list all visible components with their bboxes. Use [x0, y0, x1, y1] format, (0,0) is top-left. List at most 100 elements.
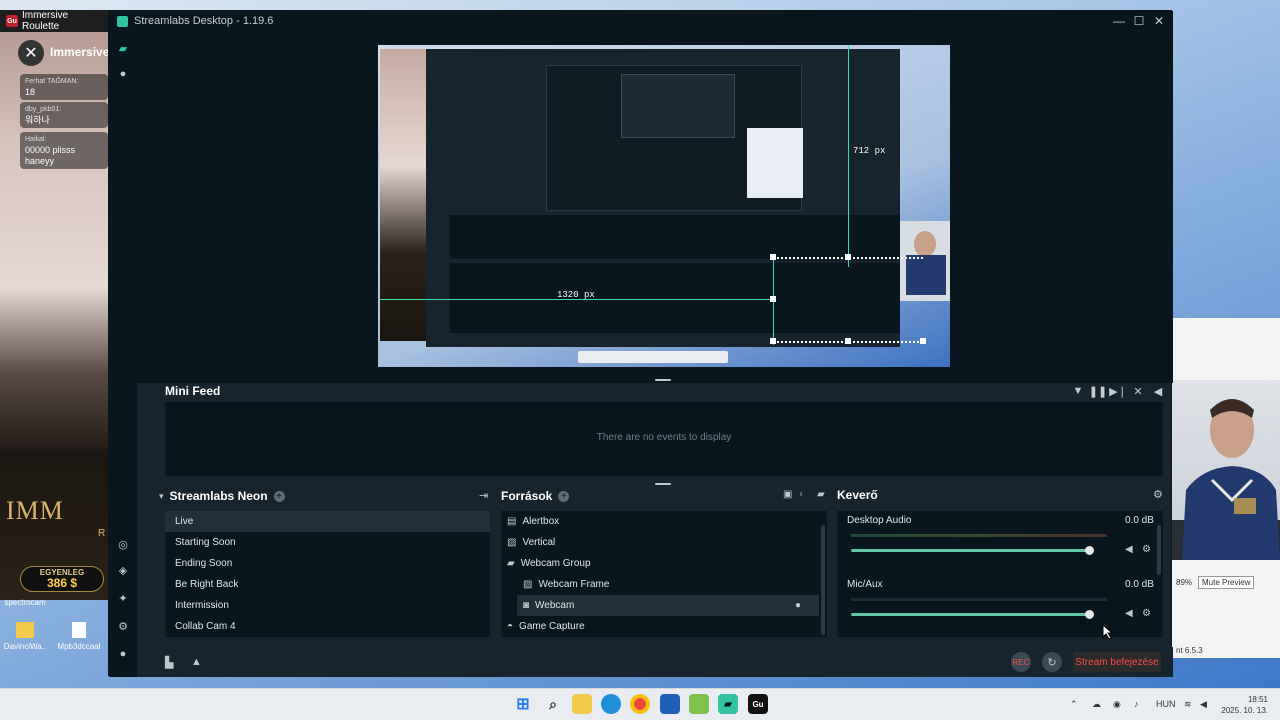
mixer-settings-icon[interactable]: ⚙ — [1153, 488, 1163, 501]
stream-preview[interactable]: 712 px 1320 px — [378, 45, 950, 367]
roulette-window[interactable]: Gu Immersive Roulette ✕ Immersive Ferhat… — [0, 10, 108, 600]
resize-handle[interactable] — [770, 296, 776, 302]
sources-title: Források — [501, 489, 553, 503]
source-settings-icon[interactable]: ▣ — [783, 489, 792, 500]
clock[interactable]: 18:51 2025. 10. 13. — [1220, 694, 1268, 716]
desktop-icon-spectrocam[interactable]: spectrocam — [2, 598, 48, 607]
roulette-header-name: Immersive — [50, 45, 108, 59]
streamlabs-titlebar[interactable]: Streamlabs Desktop - 1.19.6 — [109, 11, 1173, 31]
themes-icon[interactable]: ◎ — [116, 537, 130, 551]
desktop-icon-folder[interactable]: DavinciWa.. — [2, 622, 48, 651]
add-folder-icon[interactable]: ▰ — [817, 489, 825, 500]
streamlabs-taskbar-icon[interactable]: ▰ — [718, 694, 738, 714]
maximize-icon[interactable]: ☐ — [1129, 11, 1149, 31]
mixer-panel: Desktop Audio 0.0 dB ◀ ⚙ Mic/Aux 0.0 dB … — [837, 511, 1163, 637]
mic-icon[interactable]: ♪ — [1134, 699, 1139, 709]
volume-knob[interactable] — [1085, 546, 1094, 555]
cloud-icon[interactable]: ☁ — [1092, 699, 1101, 710]
tray-app-icon[interactable]: ◉ — [1113, 699, 1121, 710]
volume-tray-icon[interactable]: ◀ — [1200, 699, 1207, 710]
edge-icon[interactable] — [601, 694, 621, 714]
pause-icon[interactable]: ❚❚ — [1089, 384, 1107, 398]
skip-icon[interactable]: ▶❘ — [1109, 384, 1127, 398]
channel-settings-icon[interactable]: ⚙ — [1142, 544, 1151, 555]
lock-icon[interactable]: ● — [795, 600, 801, 611]
capture-docks — [450, 263, 900, 333]
gamepad-icon: ◓ — [507, 621, 514, 632]
add-source-icon[interactable]: + — [558, 490, 570, 502]
scene-item-starting-soon[interactable]: Starting Soon — [165, 532, 490, 553]
channel-settings-icon[interactable]: ⚙ — [1142, 608, 1151, 619]
add-scene-icon[interactable]: + — [273, 490, 285, 502]
collapse-icon[interactable]: ▾ — [159, 491, 164, 502]
stats-icon[interactable]: ▙ — [165, 656, 173, 669]
speaker-icon[interactable]: ◀ — [1125, 544, 1133, 555]
source-item-webcam[interactable]: ◙ Webcam ● — [517, 595, 819, 616]
highlighter-icon[interactable]: ✦ — [116, 591, 130, 605]
width-measure-label: 1320 px — [557, 290, 595, 300]
scene-item-live[interactable]: Live — [165, 511, 490, 532]
close-window-icon[interactable]: ✕ — [1149, 11, 1169, 31]
wifi-icon[interactable]: ≋ — [1184, 699, 1192, 710]
source-item-game-capture[interactable]: ◓ Game Capture — [501, 616, 827, 637]
resize-bar[interactable] — [655, 483, 671, 485]
android-icon[interactable] — [689, 694, 709, 714]
app-store-icon[interactable]: ◈ — [116, 563, 130, 577]
source-item-vertical[interactable]: ▨ Vertical — [501, 532, 827, 553]
file-explorer-icon[interactable] — [572, 694, 592, 714]
tray-chevron-icon[interactable]: ⌃ — [1070, 699, 1078, 710]
volume-icon[interactable]: ◀ — [1151, 384, 1165, 398]
source-item-webcam-frame[interactable]: ▨ Webcam Frame — [501, 574, 827, 595]
source-item-alertbox[interactable]: ▤ Alertbox — [501, 511, 827, 532]
volume-knob[interactable] — [1085, 610, 1094, 619]
sources-scrollbar[interactable] — [821, 525, 825, 635]
volume-slider-mic-aux[interactable] — [851, 613, 1089, 616]
resize-handle[interactable] — [845, 338, 851, 344]
chat-message: Haikal: 00000 plisss haneyy — [20, 132, 108, 169]
roulette-titlebar[interactable]: Gu Immersive Roulette — [0, 10, 108, 32]
chrome-icon[interactable] — [630, 694, 650, 714]
scene-transitions-icon[interactable]: ⇥ — [479, 489, 488, 502]
record-button[interactable]: REC — [1011, 652, 1031, 672]
resize-bar[interactable] — [655, 379, 671, 381]
resize-handle[interactable] — [920, 338, 926, 344]
resize-handle[interactable] — [770, 338, 776, 344]
resize-handle[interactable] — [770, 254, 776, 260]
desktop-icon-file[interactable]: Mpb3dccaal — [56, 622, 102, 651]
settings-icon[interactable]: ⚙ — [116, 619, 130, 633]
store-icon[interactable] — [660, 694, 680, 714]
language-indicator[interactable]: HUN — [1156, 699, 1176, 709]
filter-icon[interactable]: ▼ — [1071, 384, 1085, 398]
speaker-icon[interactable]: ◀ — [1125, 608, 1133, 619]
source-item-webcam-group[interactable]: ▰ Webcam Group — [501, 553, 827, 574]
close-icon[interactable]: ✕ — [18, 40, 44, 66]
record-icon[interactable]: ● — [116, 67, 130, 81]
mute-preview-button[interactable]: Mute Preview — [1198, 575, 1255, 589]
folder-icon: ▰ — [507, 558, 515, 569]
scene-item-be-right-back[interactable]: Be Right Back — [165, 574, 490, 595]
streamlabs-window[interactable]: Streamlabs Desktop - 1.19.6 — ☐ ✕ ▰ ● › … — [108, 10, 1173, 677]
level-meter — [851, 534, 1107, 537]
right-app-toolbar: 89% Mute Preview — [1176, 575, 1280, 589]
notifications-icon[interactable]: ▲ — [191, 656, 202, 668]
scene-item-intermission[interactable]: Intermission — [165, 595, 490, 616]
editor-icon[interactable]: ▰ — [116, 41, 130, 55]
mixer-scrollbar[interactable] — [1157, 525, 1161, 575]
scene-item-ending-soon[interactable]: Ending Soon — [165, 553, 490, 574]
mute-alerts-icon[interactable]: ✕ — [1131, 384, 1145, 398]
folder-icon — [16, 622, 34, 638]
capture-inner-preview — [546, 65, 803, 211]
stop-stream-button[interactable]: Stream befejezése — [1073, 652, 1161, 672]
user-icon[interactable]: ● — [116, 647, 130, 661]
roulette-taskbar-icon[interactable]: Gu — [748, 694, 768, 714]
channel-level: 0.0 dB — [1125, 579, 1154, 590]
minimize-icon[interactable]: — — [1109, 11, 1129, 31]
replay-buffer-icon[interactable]: ↻ — [1042, 652, 1062, 672]
left-nav: ▰ ● › ◎ ◈ ✦ ⚙ ● — [109, 31, 148, 677]
scene-item-collab-cam-4[interactable]: Collab Cam 4 — [165, 616, 490, 637]
search-icon[interactable]: ⌕ — [543, 694, 563, 714]
start-icon[interactable]: ⊞ — [513, 694, 533, 714]
source-lock-icon[interactable]: ◐ — [799, 489, 805, 500]
resize-handle[interactable] — [845, 254, 851, 260]
volume-slider-desktop-audio[interactable] — [851, 549, 1089, 552]
